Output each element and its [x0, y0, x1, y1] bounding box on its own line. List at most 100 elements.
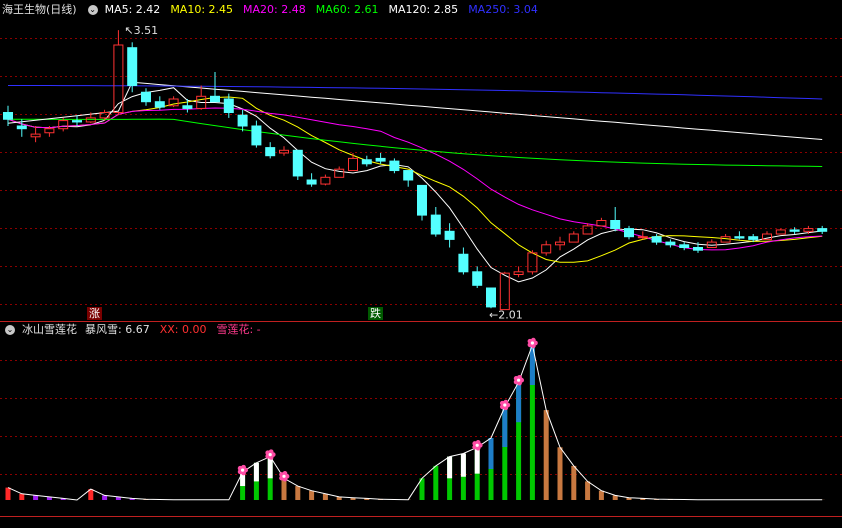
candle: [348, 153, 358, 172]
candle-body: [458, 253, 469, 273]
candle-body: [251, 125, 262, 146]
low-label: ←2.01: [489, 308, 523, 321]
indicator-bar-cap: [474, 447, 480, 474]
ma120-label: MA120: 2.85: [388, 3, 459, 16]
candle-body: [444, 230, 455, 240]
candle-body: [361, 159, 372, 165]
main-panel-toggle-icon[interactable]: ⌄: [87, 5, 98, 15]
candle: [555, 236, 565, 251]
stock-chart[interactable]: ↖3.51 ←2.01: [0, 0, 842, 528]
ma20-label: MA20: 2.48: [243, 3, 306, 16]
indicator-bar-cap: [460, 453, 466, 477]
candle: [237, 109, 248, 132]
candle-body: [320, 176, 331, 185]
candle: [306, 173, 317, 187]
candle-body: [85, 117, 96, 123]
indicator-bar-cap: [516, 382, 522, 423]
candle-body: [72, 120, 82, 123]
candle-body: [430, 214, 441, 235]
candle-body: [403, 170, 414, 181]
candle-body: [541, 244, 552, 254]
candle: [251, 120, 262, 148]
candle: [472, 266, 483, 288]
indicator-bar-cap: [253, 462, 259, 482]
candle-body: [30, 133, 41, 138]
candle-body: [237, 114, 248, 127]
indicator-bar-cap: [488, 438, 494, 469]
lotus-center: [268, 453, 272, 457]
lotus-center: [241, 468, 245, 472]
candle: [513, 266, 524, 278]
rise-badge: 涨: [87, 307, 102, 320]
candle: [196, 85, 207, 110]
candle-body: [44, 128, 55, 134]
indicator-bar: [19, 493, 25, 500]
candle-body: [527, 252, 538, 273]
candle-body: [127, 47, 138, 86]
candle-body: [375, 157, 386, 162]
candle: [458, 247, 469, 275]
lotus-center: [530, 341, 535, 345]
candle-body: [693, 247, 703, 251]
candle: [734, 231, 745, 240]
candle-body: [3, 112, 13, 120]
candle: [568, 231, 579, 243]
high-label: ↖3.51: [124, 24, 158, 37]
candle: [320, 174, 331, 186]
candle-body: [555, 241, 565, 246]
indicator-bar: [433, 465, 439, 500]
lotus-center: [282, 474, 286, 478]
candle: [541, 240, 552, 256]
candle: [817, 225, 828, 234]
indicator-title: 冰山雪莲花: [22, 323, 77, 336]
snow-lotus-icon: [499, 399, 511, 411]
candle: [527, 250, 538, 275]
candle-body: [679, 244, 690, 249]
indicator-bar: [557, 447, 563, 500]
ma120-line: [7, 81, 823, 140]
ma60-line: [8, 118, 823, 167]
candle-body: [16, 125, 27, 130]
indicator-line: [7, 343, 823, 501]
candle-body: [803, 228, 814, 232]
candle-body: [292, 149, 303, 177]
candle-body: [582, 225, 593, 235]
candle: [292, 149, 303, 180]
sub-panel-toggle-icon[interactable]: ⌄: [5, 325, 15, 335]
moving-average-lines: [7, 81, 823, 283]
candle-body: [348, 157, 358, 172]
snow-lotus-icon: [527, 337, 538, 349]
snow-lotus-label: 雪莲花: -: [216, 323, 261, 336]
indicator-bar-cap: [447, 456, 453, 479]
price-annotations: ↖3.51 ←2.01: [124, 24, 522, 321]
candle: [706, 239, 717, 249]
candle: [168, 96, 179, 108]
indicator-bar: [295, 486, 301, 500]
candle-body: [748, 236, 759, 240]
main-legend: 海王生物(日线) ⌄ MA5: 2.42 MA10: 2.45 MA20: 2.…: [2, 2, 544, 18]
indicator-bars: [5, 345, 825, 500]
snow-lotus-icon: [472, 440, 483, 451]
candlesticks: [3, 30, 828, 311]
candle-body: [154, 101, 165, 108]
candle-body: [417, 184, 427, 216]
candle: [486, 287, 496, 309]
indicator-bar: [585, 481, 591, 500]
candle: [58, 117, 69, 132]
indicator-bar: [322, 493, 328, 500]
candle: [596, 217, 607, 227]
indicator-bar: [543, 410, 549, 500]
indicator-bar: [598, 490, 604, 500]
indicator-curve: [7, 343, 823, 501]
candle-body: [223, 98, 234, 113]
candle-body: [610, 220, 621, 230]
ma250-label: MA250: 3.04: [468, 3, 538, 16]
candle: [775, 228, 786, 235]
candle: [624, 225, 634, 240]
candle-body: [513, 271, 524, 275]
candle: [403, 170, 414, 187]
candle: [417, 184, 427, 221]
ma10-label: MA10: 2.45: [170, 3, 234, 16]
candle-body: [389, 160, 400, 172]
ma5-line: [7, 87, 823, 283]
